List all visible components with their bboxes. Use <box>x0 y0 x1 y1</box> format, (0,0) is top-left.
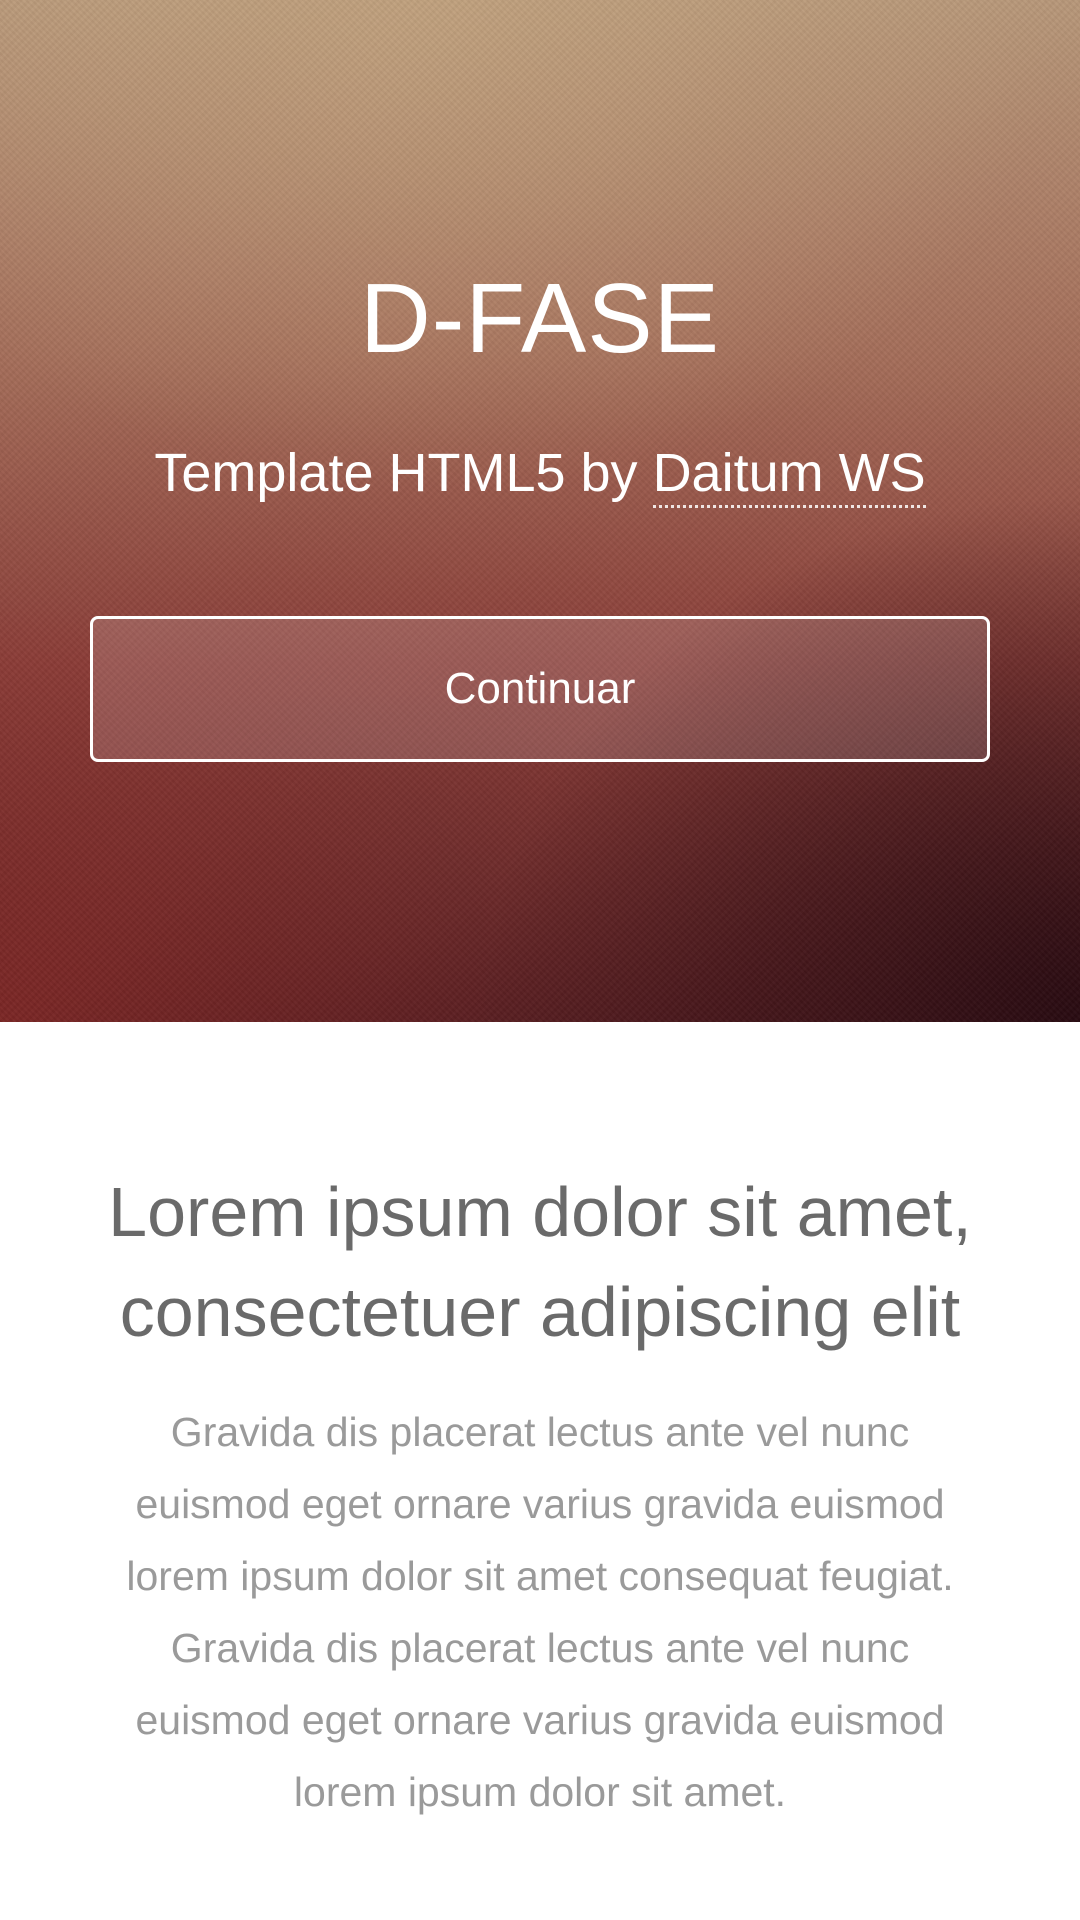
continue-button[interactable]: Continuar <box>90 616 990 762</box>
body-line: lorem ipsum dolor sit amet. <box>293 1769 787 1815</box>
hero-subtitle: Template HTML5 by Daitum WS <box>0 440 1080 508</box>
body-line: euismod eget ornare varius gravida euism… <box>135 1481 945 1527</box>
site-title: D-FASE <box>360 263 720 373</box>
heading-line: consectetuer adipiscing elit <box>119 1273 961 1351</box>
body-line: euismod eget ornare varius gravida euism… <box>135 1697 945 1743</box>
body-line: Gravida dis placerat lectus ante vel nun… <box>170 1625 910 1671</box>
hero-banner: D-FASE Template HTML5 by Daitum WS Conti… <box>0 0 1080 1022</box>
heading-line: Lorem ipsum dolor sit amet, <box>108 1173 972 1251</box>
subtitle-text: Template HTML5 by <box>154 443 653 503</box>
body-line: lorem ipsum dolor sit amet consequat feu… <box>126 1553 954 1599</box>
content-heading: Lorem ipsum dolor sit amet, consectetuer… <box>60 1162 1020 1362</box>
content-body-text: Gravida dis placerat lectus ante vel nun… <box>70 1396 1010 1828</box>
author-link[interactable]: Daitum WS <box>652 443 926 508</box>
body-line: Gravida dis placerat lectus ante vel nun… <box>170 1409 910 1455</box>
